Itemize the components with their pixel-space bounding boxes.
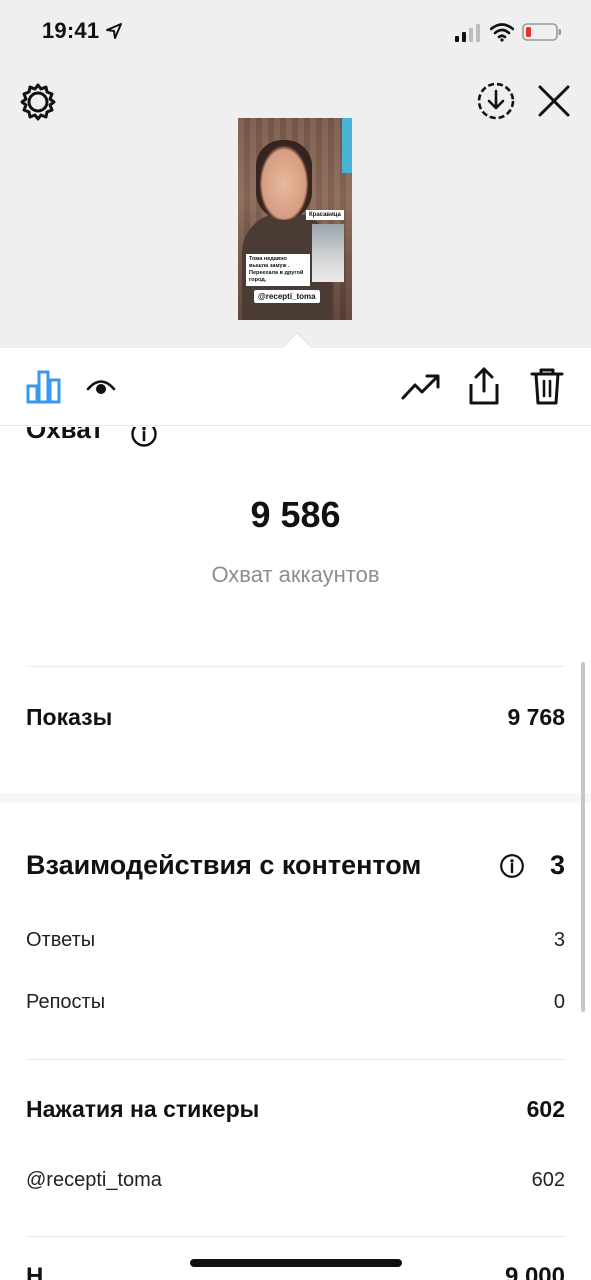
divider — [26, 666, 565, 667]
info-icon[interactable] — [130, 427, 158, 448]
sticker-mention-value: 602 — [531, 1169, 565, 1191]
story-caption: Тома недавно вышла замуж . Переехала в д… — [246, 254, 310, 286]
sticker-taps-value: 602 — [526, 1096, 565, 1122]
story-decor — [342, 118, 352, 173]
location-arrow-icon — [106, 23, 122, 39]
status-time: 19:41 — [42, 18, 100, 43]
reach-title: Охват — [26, 427, 104, 444]
story-person-face — [256, 140, 312, 220]
impressions-label: Показы — [26, 704, 113, 730]
section-separator — [0, 793, 591, 803]
replies-label: Ответы — [26, 929, 96, 951]
download-icon[interactable] — [475, 80, 517, 122]
trash-icon[interactable] — [529, 366, 565, 406]
story-mention-sticker[interactable]: @recepti_toma — [254, 290, 320, 303]
reach-section-header: Охват — [0, 427, 591, 457]
replies-value: 3 — [553, 929, 565, 951]
gear-icon[interactable] — [18, 82, 58, 122]
story-thumbnail[interactable]: Красавица Тома недавно вышла замуж . Пер… — [238, 118, 352, 320]
reach-label: Охват аккаунтов — [211, 562, 380, 587]
sticker-taps-title: Нажатия на стикеры — [26, 1096, 260, 1122]
wifi-icon — [490, 23, 514, 42]
cellular-signal-icon — [455, 24, 480, 42]
reposts-value: 0 — [553, 991, 565, 1013]
reposts-label: Репосты — [26, 991, 106, 1013]
reach-value: 9 586 — [250, 494, 341, 535]
divider — [26, 1236, 565, 1237]
close-icon[interactable] — [535, 82, 573, 120]
sticker-mention-label: @recepti_toma — [26, 1169, 162, 1191]
eye-icon[interactable] — [86, 375, 116, 399]
battery-icon — [522, 23, 561, 41]
info-icon[interactable] — [499, 853, 525, 879]
share-icon[interactable] — [466, 366, 502, 406]
trend-up-icon[interactable] — [401, 372, 441, 402]
interactions-value: 3 — [549, 850, 565, 880]
impressions-value: 9 768 — [507, 704, 565, 730]
divider — [26, 1059, 565, 1060]
scrollbar[interactable] — [581, 662, 585, 1012]
bar-chart-icon[interactable] — [26, 368, 62, 404]
interactions-title: Взаимодействия с контентом — [26, 850, 422, 880]
insights-toolbar — [0, 348, 591, 426]
next-row-label: Н — [26, 1263, 44, 1280]
story-label-top: Красавица — [306, 210, 344, 220]
story-inset-photo — [312, 224, 344, 282]
next-row-value: 9 000 — [504, 1263, 565, 1280]
home-indicator — [190, 1259, 402, 1267]
